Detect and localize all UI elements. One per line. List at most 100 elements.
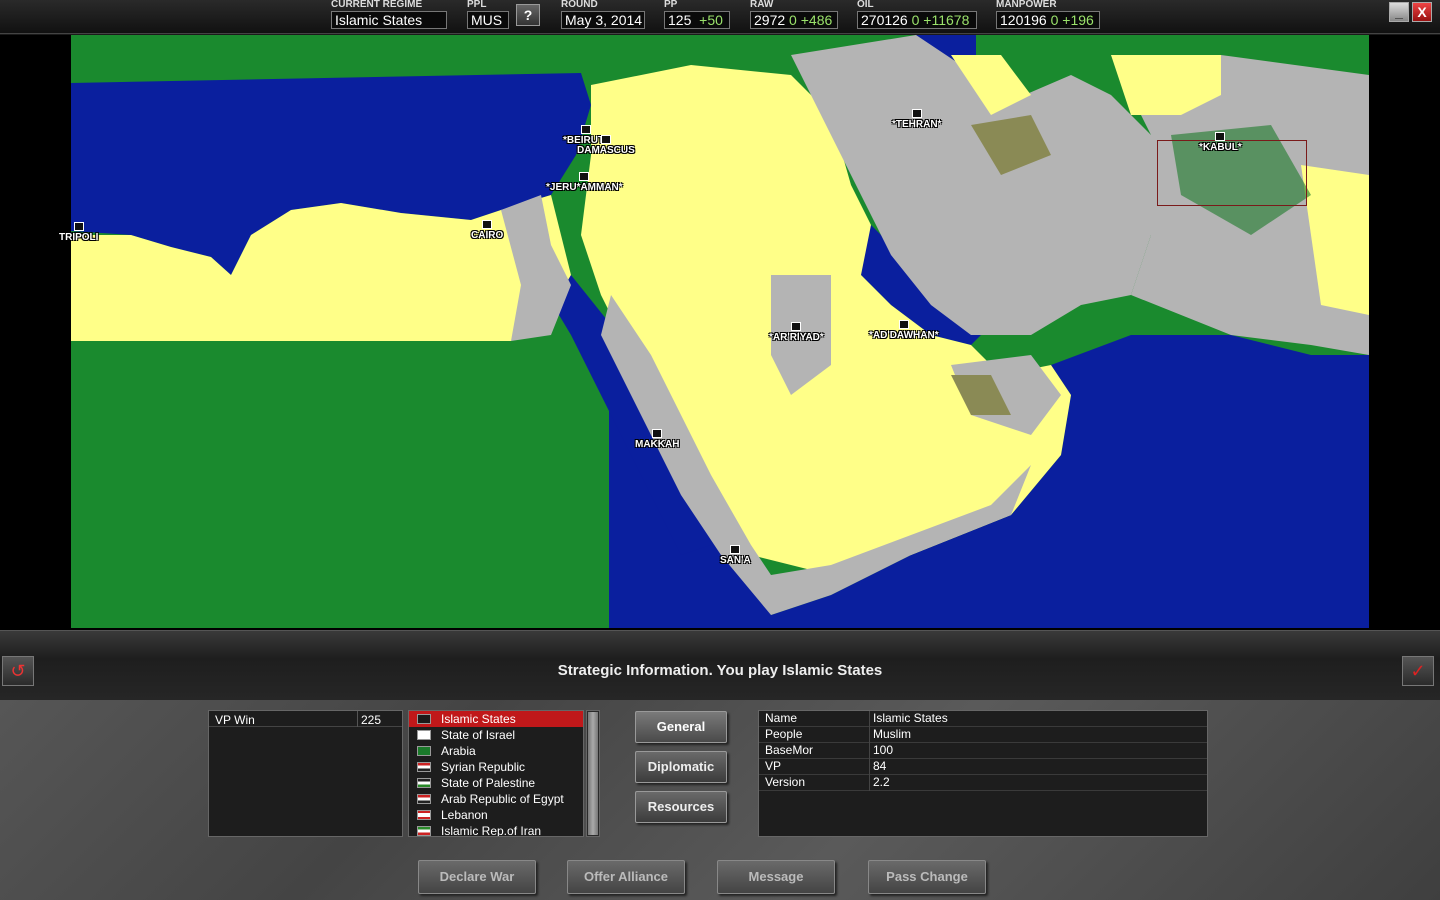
info-separator (869, 775, 870, 791)
general-button[interactable]: General (635, 711, 727, 743)
oil-value: 270126 (861, 12, 908, 28)
round-stat: ROUND May 3, 2014 (561, 0, 645, 29)
manpower-stat: MANPOWER 120196 0 +196 (996, 0, 1100, 29)
info-key: Version (765, 775, 806, 789)
nation-item[interactable]: Arab Republic of Egypt (409, 791, 583, 807)
flag-icon (417, 746, 431, 756)
regime-info-table: Name Islamic States People Muslim BaseMor 1… (758, 710, 1208, 837)
diplomatic-button[interactable]: Diplomatic (635, 751, 727, 783)
raw-mid: 0 (789, 12, 797, 28)
pp-stat: PP 125 +50 (664, 0, 730, 29)
nation-item[interactable]: Islamic Rep.of Iran (409, 823, 583, 837)
nation-item[interactable]: Syrian Republic (409, 759, 583, 775)
offer-alliance-button[interactable]: Offer Alliance (567, 860, 685, 894)
city-jerusalem-amman[interactable]: *JERU*AMMAN* (546, 172, 623, 193)
city-riyadh[interactable]: *AR'RIYAD* (769, 322, 824, 343)
city-tehran[interactable]: *TEHRAN* (892, 109, 941, 130)
city-cairo[interactable]: CAIRO (471, 220, 503, 241)
scrollbar-thumb[interactable] (588, 712, 598, 835)
nation-name: Arab Republic of Egypt (441, 792, 564, 806)
nation-name: Lebanon (441, 808, 488, 822)
flag-icon (417, 714, 431, 724)
info-row: Version 2.2 (759, 775, 1207, 791)
oil-value-box: 270126 0 +11678 (857, 11, 977, 29)
nation-list-scrollbar[interactable] (586, 710, 600, 837)
city-sana[interactable]: SAN'A (720, 545, 751, 566)
manpower-value-box: 120196 0 +196 (996, 11, 1100, 29)
round-label: ROUND (561, 0, 598, 10)
nation-name: State of Palestine (441, 776, 536, 790)
nation-name: Islamic States (441, 712, 516, 726)
round-value: May 3, 2014 (561, 11, 645, 29)
info-key: Name (765, 711, 798, 725)
info-key: VP (765, 759, 782, 773)
nation-name: Islamic Rep.of Iran (441, 824, 542, 837)
regime-stat: CURRENT REGIME Islamic States (331, 0, 447, 29)
info-row: BaseMor 100 (759, 743, 1207, 759)
regime-label: CURRENT REGIME (331, 0, 423, 10)
info-row: VP 84 (759, 759, 1207, 775)
raw-stat: RAW 2972 0 +486 (750, 0, 838, 29)
close-icon[interactable]: X (1412, 2, 1432, 22)
info-value: 2.2 (873, 775, 890, 789)
info-separator (869, 759, 870, 775)
help-button[interactable]: ? (516, 4, 540, 26)
vp-table: VP Win 225 (208, 710, 403, 837)
strategic-map[interactable]: TRIPOLI CAIRO *BEIRUT* DAMASCUS *JERU*AM… (0, 35, 1440, 630)
nation-list[interactable]: Islamic States State of Israel Arabia Sy… (408, 710, 584, 837)
nation-name: Syrian Republic (441, 760, 526, 774)
city-doha[interactable]: *AD'DAWHAN* (869, 320, 939, 341)
city-kabul[interactable]: *KABUL* (1199, 132, 1242, 153)
manpower-mid: 0 (1050, 12, 1059, 28)
oil-delta: +11678 (923, 12, 970, 28)
pp-value: 125 (668, 12, 692, 28)
info-key: BaseMor (765, 743, 814, 757)
message-button[interactable]: Message (717, 860, 835, 894)
info-row: Name Islamic States (759, 711, 1207, 727)
vp-separator (357, 711, 358, 727)
info-row: People Muslim (759, 727, 1207, 743)
panel-title: Strategic Information. You play Islamic … (557, 662, 883, 679)
info-separator (869, 711, 870, 727)
city-tripoli[interactable]: TRIPOLI (59, 222, 98, 243)
manpower-delta: +196 (1062, 12, 1094, 28)
vp-win-value: 225 (361, 713, 382, 727)
pass-change-button[interactable]: Pass Change (868, 860, 986, 894)
ppl-stat: PPL MUS (467, 0, 509, 29)
resources-button[interactable]: Resources (635, 791, 727, 823)
nation-name: State of Israel (441, 728, 516, 742)
minimize-icon[interactable]: _ (1389, 2, 1409, 22)
confirm-icon[interactable]: ✓ (1402, 656, 1434, 686)
city-makkah[interactable]: MAKKAH (635, 429, 679, 450)
flag-icon (417, 826, 431, 836)
info-key: People (765, 727, 803, 741)
info-value: 84 (873, 759, 887, 773)
vp-win-label: VP Win (215, 713, 255, 727)
oil-stat: OIL 270126 0 +11678 (857, 0, 977, 29)
nation-item[interactable]: State of Israel (409, 727, 583, 743)
map-canvas[interactable] (71, 35, 1369, 628)
raw-delta: +486 (800, 12, 833, 28)
oil-mid: 0 (911, 12, 920, 28)
nation-item[interactable]: Islamic States (409, 711, 583, 727)
pp-value-box: 125 +50 (664, 11, 730, 29)
manpower-value: 120196 (1000, 12, 1047, 28)
info-value: Muslim (873, 727, 911, 741)
manpower-label: MANPOWER (996, 0, 1057, 10)
nation-item[interactable]: Lebanon (409, 807, 583, 823)
flag-icon (417, 730, 431, 740)
raw-value: 2972 (754, 12, 786, 28)
city-damascus[interactable]: DAMASCUS (577, 135, 635, 156)
pp-delta: +50 (699, 12, 723, 28)
info-value: Islamic States (873, 711, 948, 725)
declare-war-button[interactable]: Declare War (418, 860, 536, 894)
nation-name: Arabia (441, 744, 476, 758)
nation-item[interactable]: State of Palestine (409, 775, 583, 791)
flag-icon (417, 794, 431, 804)
ppl-value: MUS (467, 11, 509, 29)
info-value: 100 (873, 743, 894, 757)
raw-value-box: 2972 0 +486 (750, 11, 838, 29)
info-separator (869, 727, 870, 743)
pp-label: PP (664, 0, 678, 10)
nation-item[interactable]: Arabia (409, 743, 583, 759)
